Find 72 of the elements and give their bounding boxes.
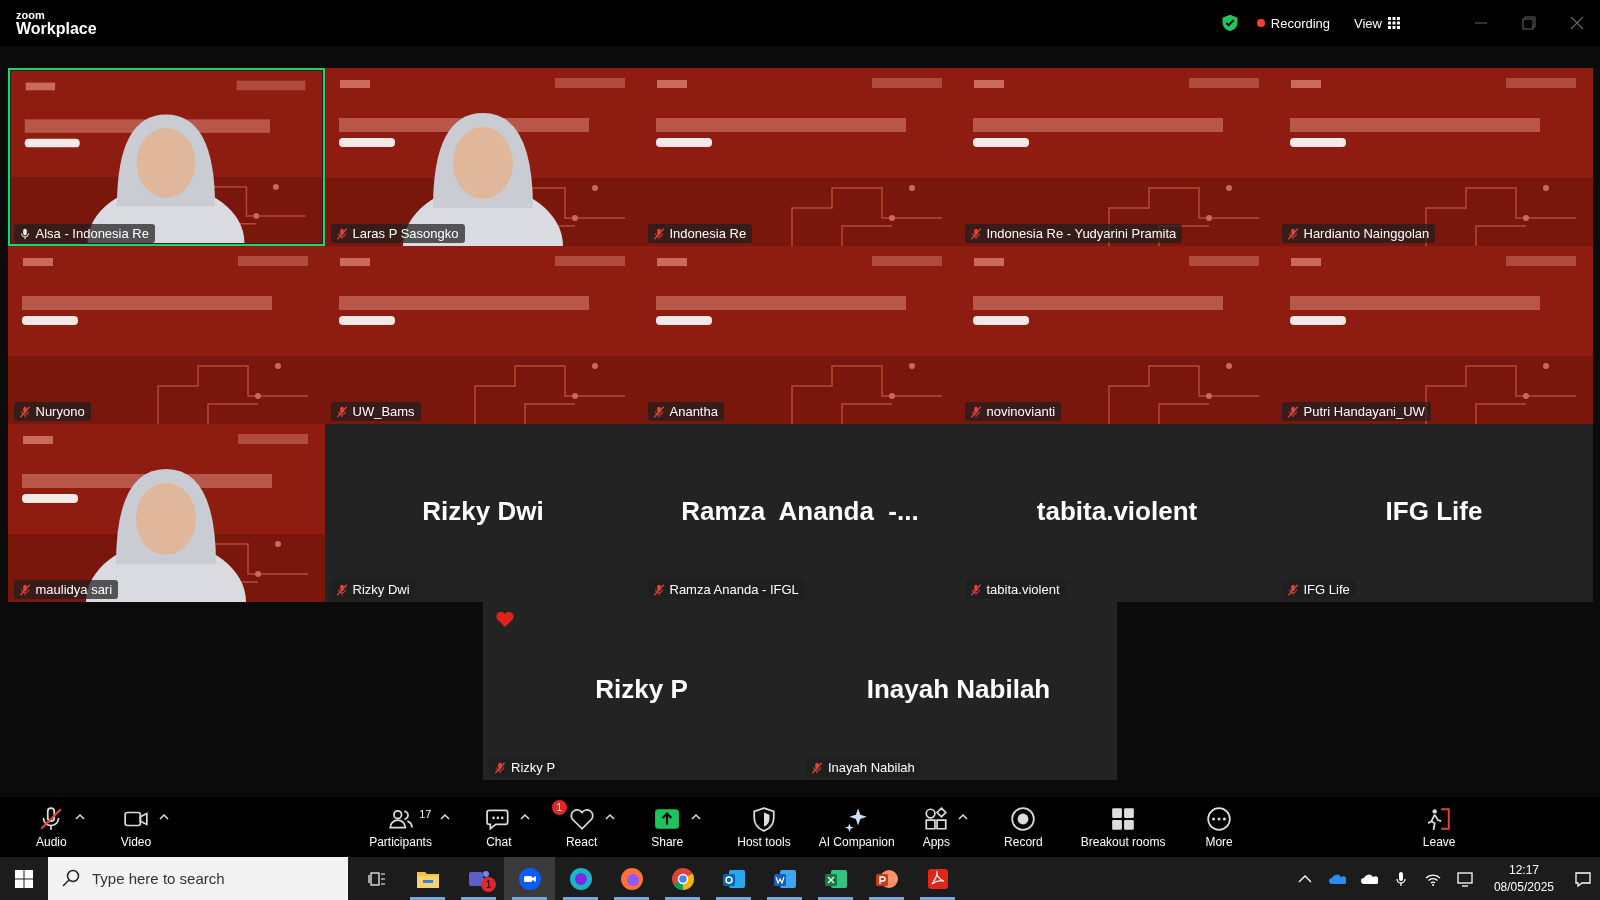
- participant-name: IFG Life: [1384, 496, 1484, 527]
- grid-icon: [1388, 17, 1400, 29]
- search-field[interactable]: Type here to search: [48, 857, 348, 900]
- more-button[interactable]: More: [1205, 805, 1233, 849]
- participant-name: Anantha: [669, 404, 718, 419]
- participant-name: UW_Bams: [352, 404, 415, 419]
- caret-icon[interactable]: [958, 811, 969, 820]
- ai-button[interactable]: AI Companion: [818, 805, 895, 849]
- breakout-button[interactable]: Breakout rooms: [1080, 805, 1166, 849]
- participant-name: Rizky Dwi: [352, 582, 410, 597]
- apps-icon: [923, 805, 950, 832]
- participant-name: Rizky P: [511, 760, 556, 775]
- participant-name: maulidya sari: [35, 582, 113, 597]
- logo-text: Workplace: [16, 20, 97, 37]
- participant-name: Rizky P: [594, 674, 689, 705]
- four-squares-icon: [1110, 805, 1137, 832]
- task-view-icon: [368, 869, 386, 888]
- recording-indicator[interactable]: Recording: [1256, 15, 1331, 31]
- participant-name: Ramza Ananda -...: [680, 496, 920, 527]
- display-icon[interactable]: [1455, 869, 1474, 888]
- react-button[interactable]: React: [565, 805, 598, 849]
- time-text: 12:17: [1508, 861, 1539, 879]
- windows-icon: [15, 869, 33, 888]
- participant-name: Hardianto Nainggolan: [1303, 226, 1430, 241]
- participant-name: tabita.violent: [986, 582, 1060, 597]
- participant-name: Indonesia Re: [669, 226, 747, 241]
- record-icon: [1010, 805, 1037, 832]
- caret-icon[interactable]: [691, 811, 702, 820]
- caret-icon[interactable]: [519, 811, 530, 820]
- participant-name: IFG Life: [1303, 582, 1350, 597]
- notification-badge: 1: [481, 877, 496, 892]
- caret-icon[interactable]: [74, 811, 85, 820]
- clock[interactable]: 12:17 08/05/2025: [1487, 861, 1560, 896]
- apps-button[interactable]: Apps: [922, 805, 951, 849]
- shield-icon: [750, 805, 777, 832]
- participant-name: Alsa - Indonesia Re: [35, 226, 149, 241]
- notifications-icon[interactable]: [1574, 869, 1592, 888]
- caret-icon[interactable]: [159, 811, 170, 820]
- record-button[interactable]: Record: [1004, 805, 1043, 849]
- participant-name: Inayah Nabilah: [828, 760, 915, 775]
- view-button[interactable]: View: [1354, 15, 1400, 31]
- logo-text: zoom: [16, 9, 46, 21]
- shield-check-icon[interactable]: [1220, 13, 1239, 33]
- participant-name: Nuryono: [35, 404, 85, 419]
- taskbar-app[interactable]: 1: [453, 857, 504, 900]
- participant-name: Inayah Nabilah: [865, 674, 1052, 705]
- video-app-icon: [516, 865, 543, 892]
- leave-icon: [1426, 805, 1453, 832]
- caret-icon[interactable]: [605, 811, 616, 820]
- participant-name: novinovianti: [986, 404, 1056, 419]
- participant-count: 17: [419, 807, 432, 820]
- participant-name: Laras P Sasongko: [352, 226, 459, 241]
- participant-name: Putri Handayani_UW: [1303, 404, 1425, 419]
- taskbar-app[interactable]: [504, 857, 555, 900]
- leave-button[interactable]: Leave: [1422, 805, 1456, 849]
- design-app-icon: [567, 865, 594, 892]
- host-button[interactable]: Host tools: [737, 805, 791, 849]
- participant-name: tabita.violent: [1035, 496, 1199, 527]
- participant-name: Ramza Ananda - IFGL: [669, 582, 799, 597]
- close-icon[interactable]: [1570, 16, 1584, 30]
- unread-badge: 1: [551, 799, 567, 815]
- browser-icon: [669, 865, 696, 892]
- video-button[interactable]: Video: [120, 805, 152, 849]
- more-icon: [1206, 805, 1233, 832]
- participants-button[interactable]: Participants 17: [369, 805, 432, 849]
- participant-name: Indonesia Re - Yudyarini Pramita: [986, 226, 1177, 241]
- share-button[interactable]: Share: [651, 805, 684, 849]
- participant-name: Rizky Dwi: [421, 496, 545, 527]
- caret-icon[interactable]: [439, 811, 450, 820]
- date-text: 08/05/2025: [1493, 878, 1554, 896]
- browser-icon: [618, 865, 645, 892]
- audio-button[interactable]: Audio: [36, 805, 67, 849]
